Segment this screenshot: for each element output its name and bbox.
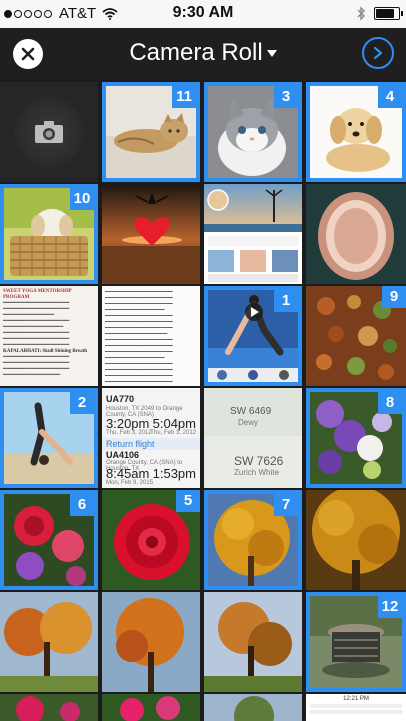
selection-badge: 1 — [274, 290, 298, 312]
paint-code-1: SW 6469 — [230, 406, 272, 417]
autumn-tree-photo — [102, 592, 200, 692]
photo-tile[interactable] — [102, 694, 200, 721]
mirror-photo — [306, 184, 406, 284]
battery-icon — [374, 7, 403, 20]
caret-down-icon — [266, 50, 277, 58]
flight-date-2: Mon, Feb 9, 2015 — [106, 480, 154, 486]
tree-photo — [204, 694, 302, 721]
photo-tile[interactable]: 5 — [102, 490, 200, 590]
battery-fill — [376, 9, 394, 18]
photo-tile[interactable]: 3 — [204, 82, 302, 182]
photo-grid: 11 3 4 10 SWEET YOGA MENTORSHIP PROGRAM … — [0, 82, 406, 721]
next-button[interactable] — [362, 37, 394, 69]
chevron-right-icon — [373, 46, 383, 60]
selection-badge: 6 — [70, 494, 94, 516]
clock: 9:30 AM — [172, 4, 234, 21]
photo-tile[interactable] — [102, 184, 200, 284]
return-flight-label: Return flight — [102, 438, 200, 450]
selection-badge: 2 — [70, 392, 94, 414]
status-right — [356, 6, 403, 21]
photo-tile[interactable]: 12 — [306, 592, 406, 692]
photo-tile[interactable] — [0, 694, 98, 721]
photo-tile[interactable]: SW 6469 Dewy SW 7626 Zurich White — [204, 388, 302, 488]
flight-arrival-2: 1:53pm — [152, 466, 196, 481]
social-profile-screenshot — [204, 184, 302, 284]
selection-badge: 8 — [378, 392, 402, 414]
paint-code-2: SW 7626 — [234, 454, 284, 468]
autumn-tree-photo — [0, 592, 98, 692]
flowers-photo — [0, 694, 98, 721]
photo-tile[interactable]: 8 — [306, 388, 406, 488]
phone-screenshot-time: 12:21 PM — [343, 696, 369, 702]
camera-icon — [35, 121, 63, 143]
autumn-tree-photo — [204, 592, 302, 692]
photo-tile[interactable]: 11 — [102, 82, 200, 182]
photo-tile[interactable]: 2 — [0, 388, 98, 488]
nav-bar: Camera Roll — [0, 28, 406, 80]
photo-tile[interactable]: SWEET YOGA MENTORSHIP PROGRAM ━━━━━━━━━━… — [0, 286, 98, 386]
doc-heading: SWEET YOGA MENTORSHIP PROGRAM — [3, 289, 72, 300]
selection-badge: 11 — [172, 86, 196, 108]
flight-arrival-1: 5:04pm — [152, 416, 196, 431]
flight-date-1b: Thu, Feb 3, 2012 — [150, 430, 196, 436]
document-screenshot: SWEET YOGA MENTORSHIP PROGRAM ━━━━━━━━━━… — [3, 289, 95, 379]
photo-tile[interactable] — [306, 184, 406, 284]
photo-tile[interactable]: ━━━━━━━━━━━━━━━━━━━━━━━━━ ━━━━━━━━━━━━━━… — [102, 286, 200, 386]
selection-badge: 7 — [274, 494, 298, 516]
selection-badge: 3 — [274, 86, 298, 108]
status-bar: AT&T 9:30 AM — [0, 0, 406, 28]
flight-number-2: UA4106 — [106, 450, 140, 460]
close-icon — [21, 47, 35, 61]
photo-tile[interactable] — [102, 592, 200, 692]
camera-capture-tile[interactable] — [0, 82, 98, 182]
album-selector[interactable]: Camera Roll — [90, 39, 316, 67]
bluetooth-icon — [357, 6, 365, 21]
photo-tile[interactable]: 9 — [306, 286, 406, 386]
photo-tile[interactable]: 1 — [204, 286, 302, 386]
paint-name-1: Dewy — [238, 418, 259, 427]
close-button[interactable] — [13, 39, 43, 69]
selection-badge: 5 — [176, 490, 200, 512]
sunset-heart-photo — [102, 184, 200, 284]
flight-number-1: UA770 — [106, 394, 135, 404]
photo-tile[interactable] — [0, 592, 98, 692]
selection-badge: 10 — [70, 188, 94, 210]
page-title: Camera Roll — [129, 39, 263, 66]
selection-badge: 4 — [378, 86, 402, 108]
flowers-photo — [102, 694, 200, 721]
photo-tile[interactable]: 4 — [306, 82, 406, 182]
paint-name-2: Zurich White — [234, 468, 279, 477]
flight-itinerary-screenshot: UA770 Houston, TX 2049 to Orange County,… — [102, 388, 200, 488]
selection-badge: 12 — [378, 596, 402, 618]
selection-badge: 9 — [382, 286, 406, 308]
photo-tile[interactable]: UA770 Houston, TX 2049 to Orange County,… — [102, 388, 200, 488]
photo-tile[interactable] — [204, 184, 302, 284]
photo-tile[interactable]: 12:21 PM — [306, 694, 406, 721]
autumn-tree-photo — [306, 490, 406, 590]
photo-tile[interactable]: 7 — [204, 490, 302, 590]
photo-tile[interactable] — [204, 592, 302, 692]
photo-tile[interactable] — [204, 694, 302, 721]
photo-tile[interactable] — [306, 490, 406, 590]
document-screenshot: ━━━━━━━━━━━━━━━━━━━━━━━━━ ━━━━━━━━━━━━━━… — [105, 289, 173, 384]
photo-tile[interactable]: 10 — [0, 184, 98, 284]
photo-tile[interactable]: 6 — [0, 490, 98, 590]
